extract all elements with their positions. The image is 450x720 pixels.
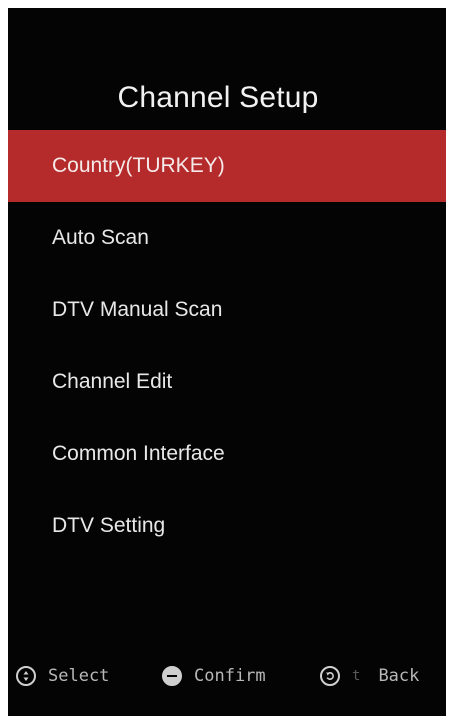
back-mark: t <box>352 668 361 684</box>
menu-item-label: Auto Scan <box>52 226 149 249</box>
menu-item-label: DTV Manual Scan <box>52 298 223 321</box>
menu-item-common-interface[interactable]: Common Interface <box>8 418 446 490</box>
return-icon <box>320 666 340 686</box>
hint-select-label: Select <box>48 666 110 686</box>
enter-icon <box>162 666 182 686</box>
menu-item-label: Common Interface <box>52 442 225 465</box>
hint-confirm: Confirm <box>162 658 266 694</box>
menu-item-channel-edit[interactable]: Channel Edit <box>8 346 446 418</box>
menu-item-auto-scan[interactable]: Auto Scan <box>8 202 446 274</box>
hint-confirm-label: Confirm <box>194 666 266 686</box>
menu-item-label: Country(TURKEY) <box>52 154 225 177</box>
menu-title: Channel Setup <box>117 81 319 114</box>
button-hint-bar: Select Confirm t Back <box>8 658 446 694</box>
menu-item-dtv-manual-scan[interactable]: DTV Manual Scan <box>8 274 446 346</box>
hint-back-label: Back <box>378 666 420 686</box>
channel-setup-menu: Country(TURKEY) Auto Scan DTV Manual Sca… <box>8 130 446 562</box>
menu-item-label: Channel Edit <box>52 370 173 393</box>
menu-item-country[interactable]: Country(TURKEY) <box>8 130 446 202</box>
menu-item-label: DTV Setting <box>52 514 166 537</box>
hint-select: Select <box>16 658 109 694</box>
hint-back: t Back <box>320 658 419 694</box>
tv-screen: Channel Setup Country(TURKEY) Auto Scan … <box>8 8 446 716</box>
menu-item-dtv-setting[interactable]: DTV Setting <box>8 490 446 562</box>
navigate-icon <box>16 666 36 686</box>
